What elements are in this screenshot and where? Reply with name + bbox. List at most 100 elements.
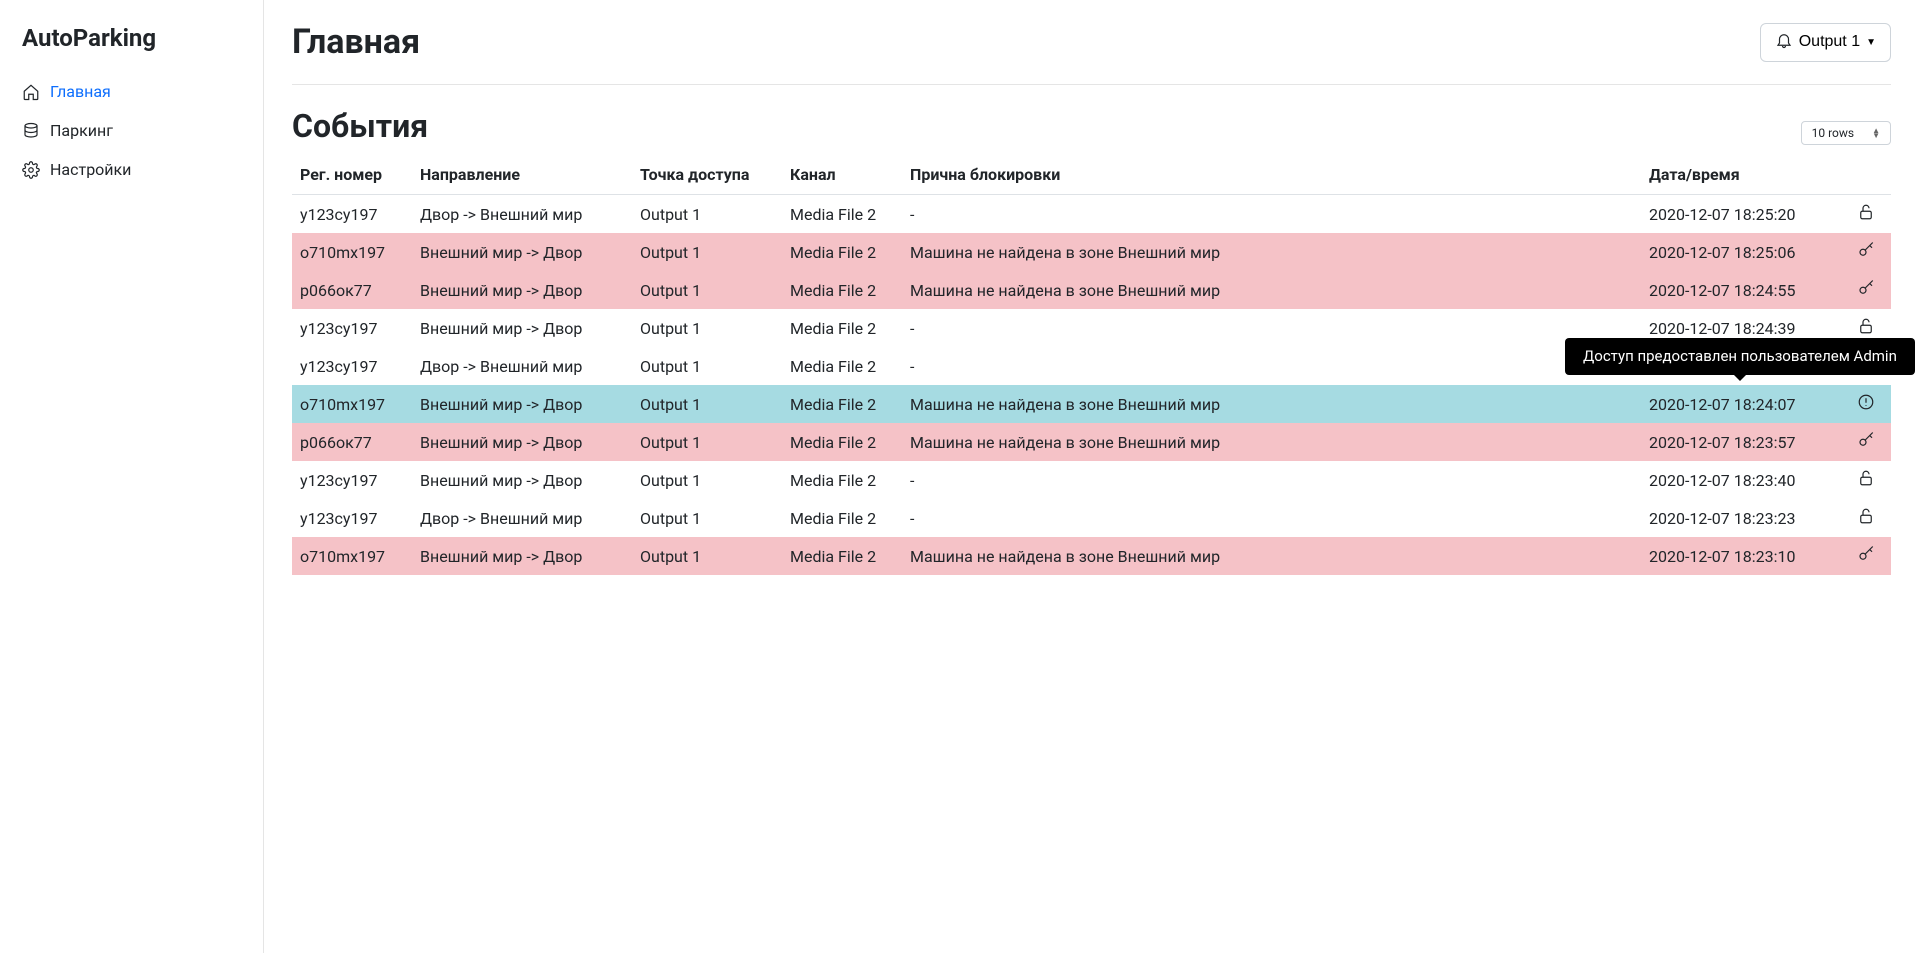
cell-datetime: 2020-12-07 18:23:10 [1641,537,1841,575]
cell-reason: Машина не найдена в зоне Внешний мир [902,385,1641,423]
key-icon [1857,434,1875,453]
brand-title: AutoParking [0,18,263,72]
col-reason[interactable]: Прична блокировки [902,155,1641,195]
lock-open-icon [1857,206,1875,225]
cell-reg: о710mx197 [292,233,412,271]
cell-direction: Внешний мир -> Двор [412,385,632,423]
sidebar-item-label: Настройки [50,160,131,179]
cell-status-icon [1841,233,1891,271]
home-icon [22,83,40,101]
cell-datetime: 2020-12-07 18:23:57 [1641,423,1841,461]
cell-reg: у123су197 [292,195,412,234]
table-row[interactable]: у123су197 Двор -> Внешний мир Output 1 M… [292,499,1891,537]
cell-direction: Внешний мир -> Двор [412,461,632,499]
col-reg[interactable]: Рег. номер [292,155,412,195]
cell-direction: Внешний мир -> Двор [412,423,632,461]
cell-reg: о710mx197 [292,385,412,423]
output-dropdown[interactable]: Output 1 ▼ [1760,23,1891,62]
output-dropdown-label: Output 1 [1799,33,1860,51]
table-row[interactable]: у123су197 Внешний мир -> Двор Output 1 M… [292,461,1891,499]
col-status [1841,155,1891,195]
cell-reg: у123су197 [292,309,412,347]
sort-icon: ▲▼ [1872,128,1880,138]
cell-direction: Двор -> Внешний мир [412,195,632,234]
cell-reason: Машина не найдена в зоне Внешний мир [902,423,1641,461]
cell-channel: Media File 2 [782,423,902,461]
cell-reg: у123су197 [292,499,412,537]
main-content: Главная Output 1 ▼ События 10 rows ▲▼ Ре… [264,0,1919,953]
cell-status-icon [1841,271,1891,309]
cell-direction: Внешний мир -> Двор [412,309,632,347]
sidebar-item-2[interactable]: Настройки [0,150,263,189]
cell-access-point: Output 1 [632,385,782,423]
cell-access-point: Output 1 [632,537,782,575]
cell-reason: - [902,309,1641,347]
cell-channel: Media File 2 [782,195,902,234]
rows-selector[interactable]: 10 rows ▲▼ [1801,121,1891,145]
cell-status-icon [1841,461,1891,499]
cell-status-icon [1841,423,1891,461]
gear-icon [22,161,40,179]
sidebar-item-label: Главная [50,82,111,101]
cell-channel: Media File 2 [782,461,902,499]
sidebar-item-label: Паркинг [50,121,113,140]
cell-reg: р066ок77 [292,271,412,309]
page-title: Главная [292,22,420,62]
cell-status-icon [1841,195,1891,234]
table-row[interactable]: р066ок77 Внешний мир -> Двор Output 1 Me… [292,423,1891,461]
cell-direction: Двор -> Внешний мир [412,347,632,385]
table-header-row: Рег. номер Направление Точка доступа Кан… [292,155,1891,195]
cell-reason: - [902,461,1641,499]
cell-access-point: Output 1 [632,309,782,347]
sidebar-item-1[interactable]: Паркинг [0,111,263,150]
rows-selector-label: 10 rows [1812,126,1854,140]
cell-channel: Media File 2 [782,385,902,423]
table-row[interactable]: у123су197 Двор -> Внешний мир Output 1 M… [292,195,1891,234]
cell-channel: Media File 2 [782,499,902,537]
cell-channel: Media File 2 [782,537,902,575]
cell-channel: Media File 2 [782,271,902,309]
cell-direction: Внешний мир -> Двор [412,537,632,575]
access-tooltip: Доступ предоставлен пользователем Admin [1565,338,1915,375]
cell-channel: Media File 2 [782,309,902,347]
table-row[interactable]: о710mx197 Внешний мир -> Двор Output 1 M… [292,385,1891,423]
cell-channel: Media File 2 [782,233,902,271]
cell-datetime: 2020-12-07 18:23:40 [1641,461,1841,499]
sidebar: AutoParking Главная Паркинг Настройки [0,0,264,953]
col-access[interactable]: Точка доступа [632,155,782,195]
cell-access-point: Output 1 [632,499,782,537]
cell-access-point: Output 1 [632,461,782,499]
cell-access-point: Output 1 [632,233,782,271]
page-header: Главная Output 1 ▼ [292,22,1891,85]
cell-reason: - [902,347,1641,385]
key-icon [1857,244,1875,263]
caret-down-icon: ▼ [1866,37,1876,48]
col-datetime[interactable]: Дата/время [1641,155,1841,195]
database-icon [22,122,40,140]
cell-reg: у123су197 [292,461,412,499]
cell-access-point: Output 1 [632,347,782,385]
cell-status-icon [1841,537,1891,575]
col-channel[interactable]: Канал [782,155,902,195]
events-header: События 10 rows ▲▼ [292,107,1891,145]
col-direction[interactable]: Направление [412,155,632,195]
table-row[interactable]: р066ок77 Внешний мир -> Двор Output 1 Me… [292,271,1891,309]
lock-open-icon [1857,472,1875,491]
cell-status-icon [1841,385,1891,423]
cell-reg: о710mx197 [292,537,412,575]
cell-datetime: 2020-12-07 18:25:20 [1641,195,1841,234]
cell-datetime: 2020-12-07 18:24:55 [1641,271,1841,309]
table-row[interactable]: о710mx197 Внешний мир -> Двор Output 1 M… [292,537,1891,575]
table-row[interactable]: о710mx197 Внешний мир -> Двор Output 1 M… [292,233,1891,271]
lock-open-icon [1857,320,1875,339]
cell-access-point: Output 1 [632,195,782,234]
cell-direction: Внешний мир -> Двор [412,271,632,309]
cell-reason: Машина не найдена в зоне Внешний мир [902,271,1641,309]
events-title: События [292,107,428,145]
cell-reason: Машина не найдена в зоне Внешний мир [902,537,1641,575]
sidebar-item-0[interactable]: Главная [0,72,263,111]
key-icon [1857,548,1875,567]
cell-channel: Media File 2 [782,347,902,385]
cell-reg: р066ок77 [292,423,412,461]
bell-icon [1775,31,1793,54]
